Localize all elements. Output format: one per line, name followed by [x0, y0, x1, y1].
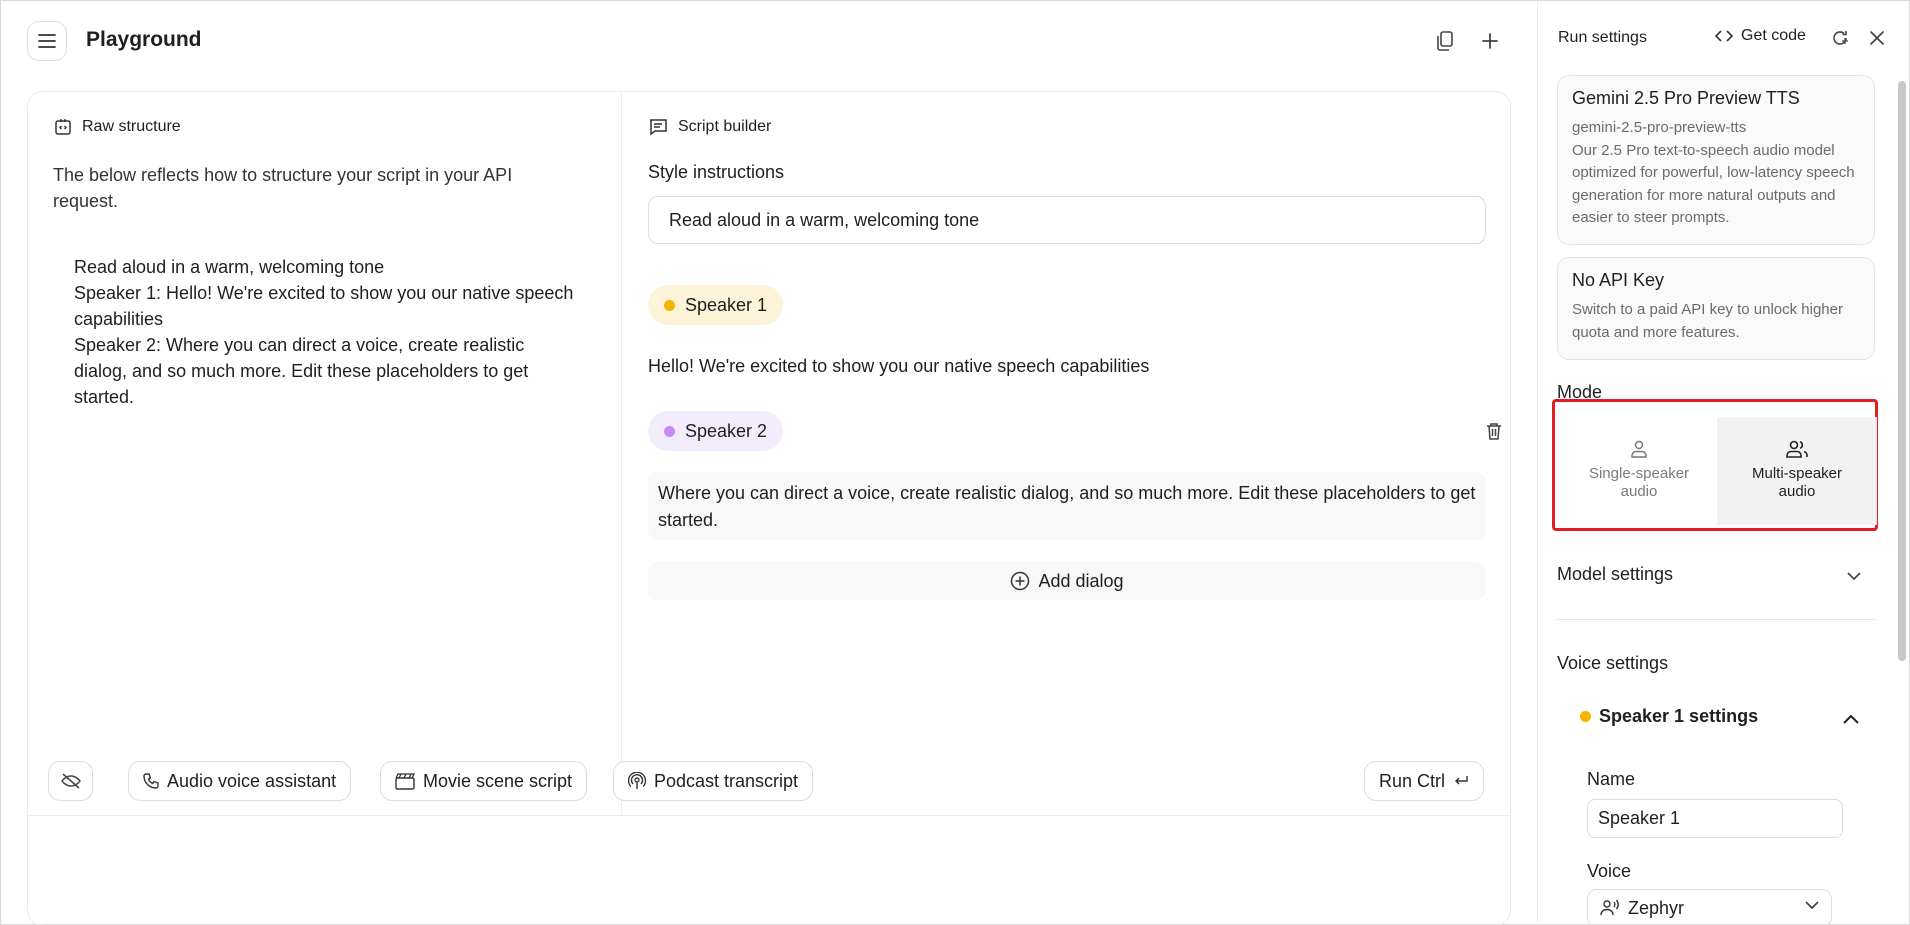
app-window: Playground Raw structure The below refle…	[0, 0, 1910, 925]
speaker-1-dialog[interactable]: Hello! We're excited to show you our nat…	[648, 356, 1149, 377]
close-panel-button[interactable]	[1864, 25, 1890, 51]
podcast-transcript-button[interactable]: Podcast transcript	[613, 761, 814, 801]
speaker-2-dot	[664, 425, 675, 437]
script-builder-title: Script builder	[678, 118, 772, 135]
speaker-1-chip[interactable]: Speaker 1	[648, 285, 784, 325]
speaker-1-name: Speaker 1	[685, 294, 768, 315]
mode-selector: Single-speaker audio Multi-speaker audio	[1552, 399, 1878, 531]
speaker-2-dialog[interactable]: Where you can direct a voice, create rea…	[648, 472, 1486, 540]
single-speaker-label-2: audio	[1620, 483, 1658, 500]
raw-structure-title: Raw structure	[82, 118, 181, 135]
reset-settings-button[interactable]	[1827, 25, 1853, 51]
raw-line: Speaker 1: Hello! We're excited to show …	[74, 283, 574, 329]
podcast-transcript-label: Podcast transcript	[654, 770, 799, 791]
hamburger-icon	[38, 34, 56, 48]
movie-scene-script-button[interactable]: Movie scene script	[380, 761, 588, 801]
raw-line: Read aloud in a warm, welcoming tone	[74, 257, 385, 277]
script-builder-header: Script builder	[648, 118, 771, 136]
toggle-visibility-button[interactable]	[48, 761, 93, 801]
model-settings-expand[interactable]	[1842, 564, 1866, 588]
page-title: Playground	[86, 28, 202, 51]
chevron-down-icon	[1805, 901, 1819, 910]
single-speaker-label-1: Single-speaker	[1588, 465, 1690, 482]
eye-off-icon	[60, 773, 81, 789]
model-card[interactable]: Gemini 2.5 Pro Preview TTS gemini-2.5-pr…	[1557, 75, 1875, 245]
people-icon	[1786, 440, 1808, 458]
podcast-icon	[628, 772, 646, 789]
multi-speaker-option[interactable]: Multi-speaker audio	[1717, 417, 1877, 525]
raw-line: Speaker 2: Where you can direct a voice,…	[74, 335, 529, 407]
chevron-down-icon	[1847, 571, 1861, 580]
copy-icon	[1437, 31, 1453, 51]
speaker-2-chip[interactable]: Speaker 2	[648, 411, 784, 451]
phone-icon	[143, 773, 159, 789]
api-key-title: No API Key	[1572, 270, 1665, 290]
speaker-1-settings-dot	[1580, 711, 1591, 722]
speaker-name-input[interactable]: Speaker 1	[1587, 799, 1843, 838]
movie-scene-script-label: Movie scene script	[423, 770, 573, 791]
chevron-up-icon	[1843, 714, 1859, 724]
model-description: Our 2.5 Pro text-to-speech audio model o…	[1572, 141, 1855, 227]
trash-icon	[1487, 423, 1501, 440]
audio-voice-assistant-button[interactable]: Audio voice assistant	[128, 761, 352, 801]
speaker-1-settings-header[interactable]: Speaker 1 settings	[1580, 706, 1758, 727]
multi-speaker-label-2: audio	[1778, 483, 1816, 500]
add-circle-icon	[1011, 571, 1030, 591]
reset-icon	[1833, 31, 1848, 45]
enter-key-icon	[1455, 776, 1468, 785]
speaker-1-settings-collapse[interactable]	[1838, 706, 1864, 732]
multi-speaker-label-1: Multi-speaker	[1751, 465, 1843, 482]
voice-label: Voice	[1587, 861, 1632, 881]
style-instructions-label: Style instructions	[648, 162, 785, 182]
code-icon	[1715, 30, 1733, 42]
style-instructions-input[interactable]: Read aloud in a warm, welcoming tone	[648, 196, 1486, 244]
plus-icon	[1482, 33, 1498, 49]
run-settings-title: Run settings	[1558, 29, 1647, 46]
menu-button[interactable]	[27, 21, 67, 61]
raw-structure-description: The below reflects how to structure your…	[53, 165, 513, 211]
delete-dialog-button[interactable]	[1481, 418, 1507, 444]
model-settings-header[interactable]: Model settings	[1557, 564, 1673, 585]
run-button[interactable]: Run Ctrl	[1364, 761, 1485, 801]
audio-voice-assistant-label: Audio voice assistant	[167, 770, 337, 791]
api-key-description: Switch to a paid API key to unlock highe…	[1572, 301, 1843, 341]
raw-structure-pane: Raw structure The below reflects how to …	[28, 92, 622, 815]
model-id: gemini-2.5-pro-preview-tts	[1572, 119, 1747, 136]
get-code-button[interactable]: Get code	[1715, 27, 1806, 45]
panel-scrollbar[interactable]	[1898, 81, 1906, 661]
voice-value: Zephyr	[1628, 897, 1685, 918]
raw-structure-code: Read aloud in a warm, welcoming tone Spe…	[74, 254, 574, 410]
add-dialog-label: Add dialog	[1038, 570, 1124, 591]
model-title: Gemini 2.5 Pro Preview TTS	[1572, 88, 1800, 108]
bottom-toolbar	[28, 815, 1511, 925]
voice-settings-header: Voice settings	[1557, 653, 1669, 673]
single-speaker-option[interactable]: Single-speaker audio	[1559, 417, 1719, 525]
voice-select[interactable]: Zephyr	[1587, 889, 1832, 925]
divider	[1557, 619, 1875, 620]
add-dialog-button[interactable]: Add dialog	[648, 562, 1486, 600]
run-settings-panel: Run settings Get code Gemini 2.5 Pro Pre…	[1537, 1, 1910, 925]
script-icon	[650, 119, 667, 136]
script-builder-pane: Script builder Style instructions Read a…	[623, 92, 1511, 815]
get-code-label: Get code	[1741, 27, 1806, 44]
code-document-icon	[55, 119, 71, 135]
speaker-2-name: Speaker 2	[685, 420, 768, 441]
person-icon	[1631, 440, 1647, 458]
speaker-1-settings-title: Speaker 1 settings	[1599, 706, 1759, 726]
api-key-card[interactable]: No API Key Switch to a paid API key to u…	[1557, 257, 1875, 360]
new-button[interactable]	[1476, 27, 1504, 55]
close-icon	[1870, 31, 1884, 45]
raw-structure-header: Raw structure	[54, 118, 181, 136]
name-label: Name	[1587, 769, 1636, 789]
speaker-1-dot	[664, 299, 675, 311]
clapperboard-icon	[395, 773, 415, 790]
run-label: Run Ctrl	[1379, 770, 1446, 791]
voice-icon	[1600, 899, 1619, 916]
copy-button[interactable]	[1431, 27, 1459, 55]
